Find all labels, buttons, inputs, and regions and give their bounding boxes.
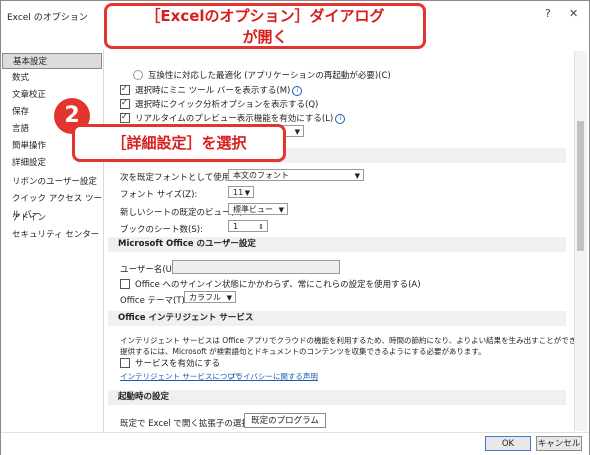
close-icon[interactable]: ✕: [569, 7, 578, 20]
quick-analysis-label: 選択時にクイック分析オプションを表示する(Q): [135, 100, 319, 110]
font-size-dropdown[interactable]: 11 ▼: [228, 186, 254, 198]
sidebar: 基本設定 数式 文章校正 保存 言語 簡単操作 詳細設定 リボンのユーザー設定 …: [1, 49, 104, 432]
startup-section: 起動時の設定: [108, 390, 566, 405]
default-view-dropdown[interactable]: 標準ビュー ▼: [228, 203, 288, 215]
office-theme-dropdown[interactable]: カラフル ▼: [184, 291, 236, 303]
always-use-label: Office へのサインイン状態にかかわらず、常にこれらの設定を使用する(A): [135, 280, 421, 290]
sidebar-item-general[interactable]: 基本設定: [2, 53, 102, 69]
about-intelligent-link[interactable]: インテリジェント サービスについて: [120, 371, 242, 382]
vertical-scrollbar[interactable]: [574, 51, 587, 431]
cancel-button[interactable]: キャンセル: [536, 436, 582, 451]
step-callout: ［詳細設定］を選択: [72, 124, 286, 162]
sidebar-item-quick-access[interactable]: クイック アクセス ツール バー: [2, 191, 102, 220]
mini-toolbar-label: 選択時にミニ ツール バーを表示する(M) i: [135, 84, 303, 96]
window-title: Excel のオプション: [7, 13, 88, 23]
default-font-dropdown[interactable]: 本文のフォント ▼: [228, 169, 364, 181]
help-icon[interactable]: ?: [545, 7, 551, 20]
privacy-link[interactable]: プライバシーに関する声明: [228, 371, 318, 382]
scrollbar-thumb[interactable]: [577, 121, 584, 251]
default-programs-button[interactable]: 既定のプログラム(D)...: [244, 413, 326, 428]
username-label: ユーザー名(U):: [120, 265, 179, 275]
ok-button[interactable]: OK: [485, 436, 531, 451]
username-input[interactable]: [172, 260, 340, 274]
enable-services-checkbox[interactable]: [120, 358, 130, 368]
sidebar-item-customize-ribbon[interactable]: リボンのユーザー設定: [2, 174, 102, 190]
mini-toolbar-checkbox[interactable]: [120, 84, 130, 95]
intelligent-description-1: インテリジェント サービスは Office アプリでクラウドの機能を利用するため…: [120, 336, 574, 345]
dialog-footer: OK キャンセル: [1, 432, 589, 455]
intelligent-description-2: 提供するには、Microsoft が検索語句とドキュメントのコンテンツを収集でき…: [120, 347, 486, 356]
office-user-section: Microsoft Office のユーザー設定: [108, 237, 566, 252]
sidebar-item-trust-center[interactable]: セキュリティ センター: [2, 227, 102, 243]
font-size-label: フォント サイズ(Z):: [120, 190, 198, 200]
sidebar-item-proofing[interactable]: 文章校正: [2, 87, 102, 103]
compat-radio-label: 互換性に対応した最適化 (アプリケーションの再起動が必要)(C): [148, 71, 391, 81]
sheet-count-label: ブックのシート数(S):: [120, 225, 203, 235]
sidebar-item-addins[interactable]: アドイン: [2, 210, 102, 226]
office-theme-label: Office テーマ(T):: [120, 296, 188, 306]
live-preview-checkbox[interactable]: [120, 112, 130, 123]
dialog-callout: ［Excelのオプション］ダイアログ が開く: [104, 3, 426, 49]
quick-analysis-checkbox[interactable]: [120, 98, 130, 109]
options-content: 互換性に対応した最適化 (アプリケーションの再起動が必要)(C) 選択時にミニ …: [108, 51, 574, 431]
always-use-checkbox[interactable]: [120, 279, 130, 289]
sheet-count-stepper[interactable]: 1 ⇕: [228, 220, 268, 232]
default-programs-label: 既定で Excel で開く拡張子の選択:: [120, 419, 253, 429]
default-view-label: 新しいシートの既定のビュー(V):: [120, 208, 246, 218]
enable-services-label: サービスを有効にする: [135, 359, 221, 369]
live-preview-label: リアルタイムのプレビュー表示機能を有効にする(L) i: [135, 112, 346, 124]
intelligent-services-section: Office インテリジェント サービス: [108, 311, 566, 326]
info-icon: i: [292, 85, 303, 96]
sidebar-item-formulas[interactable]: 数式: [2, 70, 102, 86]
compat-radio[interactable]: [133, 70, 143, 80]
options-dialog: Excel のオプション ? ✕ 基本設定 数式 文章校正 保存 言語 簡単操作…: [0, 0, 590, 455]
info-icon: i: [335, 113, 346, 124]
